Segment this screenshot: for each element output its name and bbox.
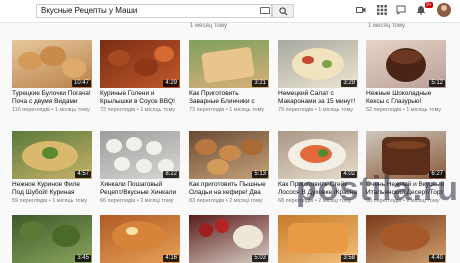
video-title[interactable]: Как приготовить Пышные Оладьи на кефире!… xyxy=(189,181,269,197)
video-thumbnail[interactable]: 3:58 xyxy=(278,215,358,263)
video-title[interactable]: Немецкий Салат с Макаронами за 15 минут! xyxy=(278,90,358,106)
video-meta: 66 переглядів • 2 місяці тому xyxy=(100,198,174,204)
notification-badge: 9+ xyxy=(425,2,433,8)
search-input[interactable]: Вкусные Рецепты у Маши xyxy=(36,4,272,18)
video-meta: 83 переглядів • 2 місяці тому xyxy=(189,198,263,204)
watermark: postila.ru xyxy=(296,170,460,208)
video-camera-icon[interactable] xyxy=(356,5,366,15)
apps-grid-icon[interactable] xyxy=(377,5,387,15)
video-meta: 73 переглядів • 1 місяць тому xyxy=(189,107,265,113)
video-duration: 3:29 xyxy=(341,80,357,87)
search-button[interactable] xyxy=(272,4,294,18)
video-thumbnail[interactable]: 3:21 xyxy=(189,40,269,88)
video-thumbnail[interactable]: 4:29 xyxy=(100,40,180,88)
video-duration: 5:13 xyxy=(252,171,268,178)
video-duration: 8:22 xyxy=(163,171,179,178)
video-meta: 52 переглядів • 1 місяць тому xyxy=(366,107,442,113)
video-duration: 5:12 xyxy=(429,80,445,87)
video-thumbnail[interactable]: 4:16 xyxy=(100,215,180,263)
video-thumbnail[interactable]: 4:57 xyxy=(12,131,92,179)
video-title[interactable]: Хинкали Пошаговый Рецепт/Вкусные Хинкали xyxy=(100,181,180,197)
video-thumbnail[interactable]: 4:40 xyxy=(366,215,446,263)
video-thumbnail[interactable]: 8:22 xyxy=(100,131,180,179)
masthead: Вкусные Рецепты у Маши 9+ xyxy=(0,0,460,23)
video-meta: 73 переглядів • 1 місяць тому xyxy=(100,107,176,113)
video-duration: 3:21 xyxy=(252,80,268,87)
video-thumbnail[interactable]: 10:47 xyxy=(12,40,92,88)
search-icon xyxy=(279,7,288,16)
keyboard-icon[interactable] xyxy=(260,7,270,14)
video-meta: 59 переглядів • 1 місяць тому xyxy=(12,198,88,204)
video-thumbnail[interactable]: 3:45 xyxy=(12,215,92,263)
avatar[interactable] xyxy=(437,3,451,17)
video-title[interactable]: Куриные Голени и Крылышки в Соусе BBQ! xyxy=(100,90,180,106)
video-title[interactable]: Как Приготовить Заварные Блинчики с Дыро… xyxy=(189,90,269,106)
video-title[interactable]: Нежное Куриное Филе Под Шубой! Куриная Г… xyxy=(12,181,92,197)
video-thumbnail[interactable]: 5:13 xyxy=(189,131,269,179)
video-title[interactable]: Нежные Шоколадные Кексы с Глазурью! xyxy=(366,90,446,106)
video-title[interactable]: Турецкие Булочки Погача! Поча с двумя Ви… xyxy=(12,90,92,106)
video-thumbnail[interactable]: 5:12 xyxy=(366,40,446,88)
video-thumbnail[interactable]: 5:03 xyxy=(189,215,269,263)
previous-row-meta: 1 месяц тому xyxy=(190,23,228,29)
video-thumbnail[interactable]: 3:29 xyxy=(278,40,358,88)
video-meta: 116 переглядів • 1 місяць тому xyxy=(12,107,90,113)
chat-icon[interactable] xyxy=(396,5,406,15)
video-duration: 4:57 xyxy=(75,171,91,178)
video-meta: 79 переглядів • 1 місяць тому xyxy=(278,107,354,113)
previous-row-meta: 1 месяц тому xyxy=(368,23,406,29)
video-duration: 4:29 xyxy=(163,80,179,87)
video-duration: 10:47 xyxy=(71,80,91,87)
